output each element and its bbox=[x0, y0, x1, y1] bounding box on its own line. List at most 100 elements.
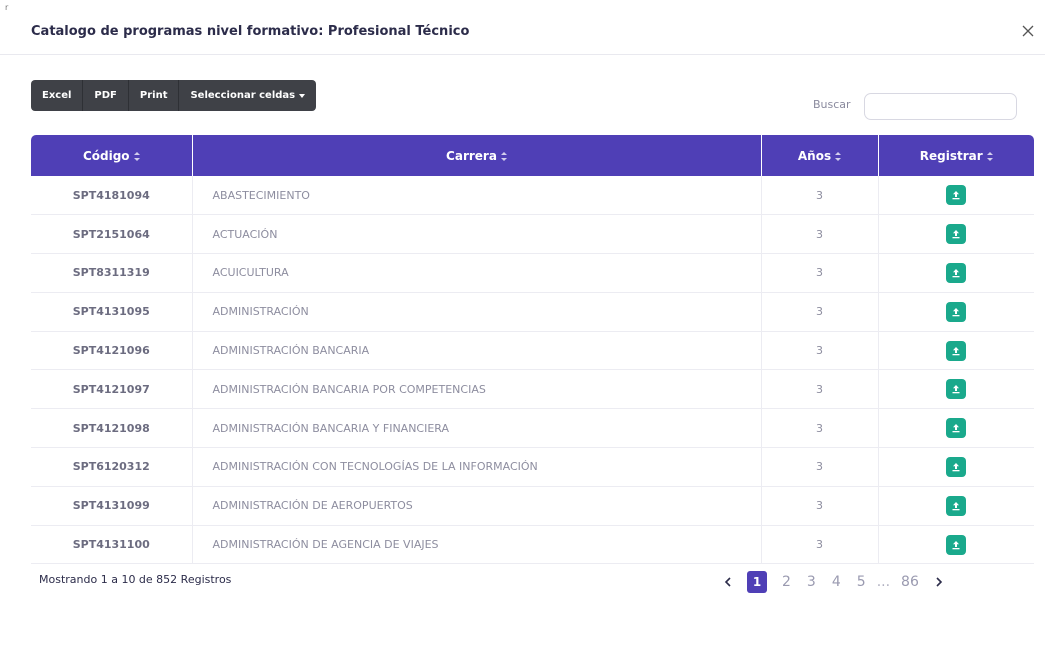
upload-icon bbox=[952, 424, 960, 433]
program-code: SPT6120312 bbox=[31, 447, 193, 487]
table-row: SPT6120312 ADMINISTRACIÓN CON TECNOLOGÍAS… bbox=[31, 447, 1034, 487]
select-cells-button[interactable]: Seleccionar celdas bbox=[179, 80, 316, 111]
program-career: ABASTECIMIENTO bbox=[192, 176, 762, 216]
register-cell bbox=[878, 214, 1034, 255]
program-years: 3 bbox=[761, 408, 879, 449]
program-career: ACUICULTURA bbox=[192, 253, 762, 293]
table-row: SPT2151064 ACTUACIÓN 3 bbox=[31, 214, 1034, 255]
register-upload-button[interactable] bbox=[946, 185, 967, 206]
program-career: ADMINISTRACIÓN DE AEROPUERTOS bbox=[192, 486, 762, 526]
register-upload-button[interactable] bbox=[946, 224, 967, 245]
program-code: SPT8311319 bbox=[31, 253, 193, 293]
register-upload-button[interactable] bbox=[946, 262, 967, 283]
table-row: SPT8311319 ACUICULTURA 3 bbox=[31, 253, 1034, 293]
program-career: ADMINISTRACIÓN BANCARIA Y FINANCIERA bbox=[192, 408, 762, 449]
register-cell bbox=[878, 176, 1034, 216]
table-row: SPT4131095 ADMINISTRACIÓN 3 bbox=[31, 292, 1034, 332]
register-upload-button[interactable] bbox=[946, 456, 967, 477]
program-years: 3 bbox=[761, 369, 879, 410]
close-button[interactable] bbox=[1019, 22, 1037, 40]
upload-icon bbox=[952, 540, 960, 549]
caret-down-icon bbox=[299, 93, 306, 98]
programs-table: Código Carrera Años Registrar SPT4181094… bbox=[31, 135, 1034, 565]
next-page-button[interactable] bbox=[933, 576, 945, 588]
register-upload-button[interactable] bbox=[946, 379, 967, 400]
modal-header: Catalogo de programas nivel formativo: P… bbox=[0, 0, 1045, 55]
pagination: 1 2 3 4 5 ... 86 bbox=[716, 569, 951, 595]
program-code: SPT4131100 bbox=[31, 525, 193, 565]
page-5-button[interactable]: 5 bbox=[857, 574, 866, 590]
catalog-modal: r Catalogo de programas nivel formativo:… bbox=[0, 0, 1045, 645]
program-career: ADMINISTRACIÓN BANCARIA bbox=[192, 331, 762, 371]
records-info: Mostrando 1 a 10 de 852 Registros bbox=[39, 573, 232, 586]
excel-button[interactable]: Excel bbox=[31, 80, 84, 111]
program-code: SPT4131095 bbox=[31, 292, 193, 332]
program-code: SPT2151064 bbox=[31, 214, 193, 255]
program-code: SPT4131099 bbox=[31, 486, 193, 526]
program-career: ADMINISTRACIÓN BANCARIA POR COMPETENCIAS bbox=[192, 369, 762, 410]
upload-icon bbox=[952, 462, 960, 472]
program-years: 3 bbox=[761, 447, 879, 487]
program-years: 3 bbox=[761, 214, 879, 255]
table-row: SPT4131099 ADMINISTRACIÓN DE AEROPUERTOS 3 bbox=[31, 486, 1034, 526]
column-header-code[interactable]: Código bbox=[31, 135, 193, 176]
program-years: 3 bbox=[761, 176, 879, 216]
chevron-left-icon bbox=[724, 577, 731, 587]
table-row: SPT4131100 ADMINISTRACIÓN DE AGENCIA DE V… bbox=[31, 525, 1034, 565]
program-code: SPT4181094 bbox=[31, 176, 193, 216]
table-row: SPT4181094 ABASTECIMIENTO 3 bbox=[31, 176, 1034, 216]
table-row: SPT4121097 ADMINISTRACIÓN BANCARIA POR CO… bbox=[31, 369, 1034, 410]
program-career: ADMINISTRACIÓN CON TECNOLOGÍAS DE LA INF… bbox=[192, 447, 762, 487]
upload-icon bbox=[952, 307, 960, 317]
register-upload-button[interactable] bbox=[946, 340, 967, 361]
table-header-row: Código Carrera Años Registrar bbox=[31, 135, 1034, 176]
column-header-register[interactable]: Registrar bbox=[878, 135, 1034, 176]
upload-icon bbox=[952, 191, 960, 200]
table-row: SPT4121098 ADMINISTRACIÓN BANCARIA Y FINA… bbox=[31, 408, 1034, 449]
program-code: SPT4121096 bbox=[31, 331, 193, 371]
register-cell bbox=[878, 253, 1034, 293]
program-years: 3 bbox=[761, 292, 879, 332]
register-cell bbox=[878, 331, 1034, 371]
sort-icon bbox=[986, 151, 993, 161]
program-years: 3 bbox=[761, 525, 879, 565]
register-upload-button[interactable] bbox=[946, 301, 967, 322]
program-years: 3 bbox=[761, 486, 879, 526]
program-career: ADMINISTRACIÓN DE AGENCIA DE VIAJES bbox=[192, 525, 762, 565]
program-career: ACTUACIÓN bbox=[192, 214, 762, 255]
program-years: 3 bbox=[761, 253, 879, 293]
register-upload-button[interactable] bbox=[946, 534, 967, 555]
program-code: SPT4121098 bbox=[31, 408, 193, 449]
pagination-ellipsis: ... bbox=[876, 574, 891, 590]
program-code: SPT4121097 bbox=[31, 369, 193, 410]
register-upload-button[interactable] bbox=[946, 495, 967, 516]
column-header-years[interactable]: Años bbox=[761, 135, 879, 176]
register-upload-button[interactable] bbox=[946, 418, 967, 439]
program-years: 3 bbox=[761, 331, 879, 371]
page-3-button[interactable]: 3 bbox=[807, 574, 816, 590]
prev-page-button[interactable] bbox=[722, 576, 734, 588]
upload-icon bbox=[952, 230, 960, 239]
page-last-button[interactable]: 86 bbox=[901, 574, 919, 590]
upload-icon bbox=[952, 346, 960, 355]
sort-icon bbox=[133, 151, 140, 161]
upload-icon bbox=[952, 385, 960, 394]
page-2-button[interactable]: 2 bbox=[782, 574, 791, 590]
search-input[interactable] bbox=[864, 93, 1017, 120]
register-cell bbox=[878, 447, 1034, 487]
close-icon bbox=[1022, 25, 1034, 37]
program-career: ADMINISTRACIÓN bbox=[192, 292, 762, 332]
print-button[interactable]: Print bbox=[129, 80, 180, 111]
search-label: Buscar bbox=[813, 98, 851, 111]
column-header-career[interactable]: Carrera bbox=[192, 135, 762, 176]
register-cell bbox=[878, 408, 1034, 449]
select-cells-label: Seleccionar celdas bbox=[190, 90, 296, 101]
sort-icon bbox=[835, 151, 842, 161]
pdf-button[interactable]: PDF bbox=[83, 80, 129, 111]
register-cell bbox=[878, 525, 1034, 565]
register-cell bbox=[878, 486, 1034, 526]
page-4-button[interactable]: 4 bbox=[832, 574, 841, 590]
table-row: SPT4121096 ADMINISTRACIÓN BANCARIA 3 bbox=[31, 331, 1034, 371]
upload-icon bbox=[952, 501, 960, 511]
page-1-button[interactable]: 1 bbox=[747, 571, 767, 593]
